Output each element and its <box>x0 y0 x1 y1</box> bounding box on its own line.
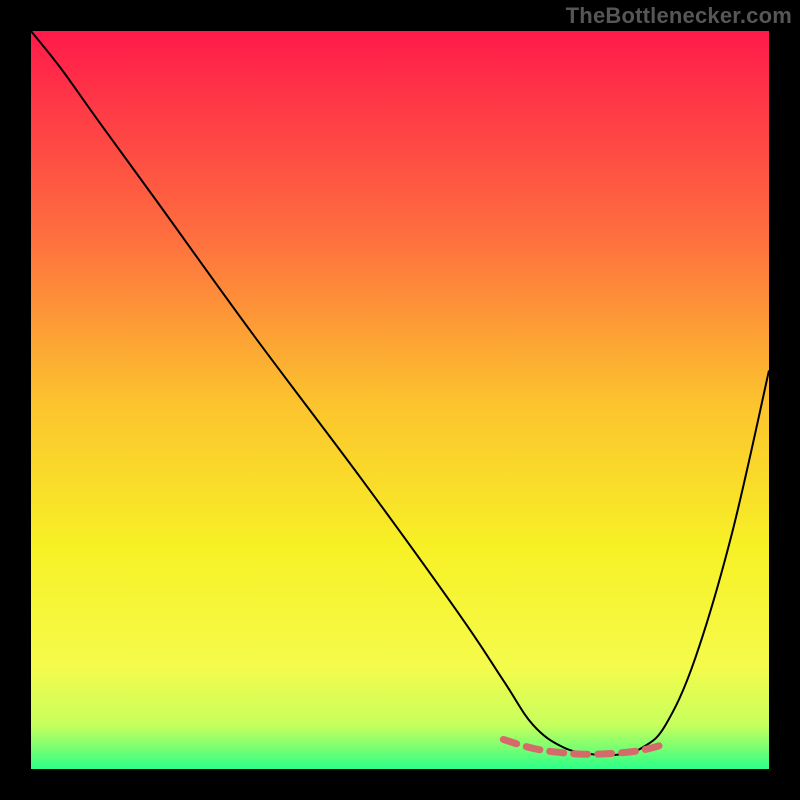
chart-background <box>31 31 769 769</box>
bottleneck-chart <box>31 31 769 769</box>
watermark-text: TheBottlenecker.com <box>566 3 792 29</box>
chart-frame: TheBottlenecker.com <box>0 0 800 800</box>
